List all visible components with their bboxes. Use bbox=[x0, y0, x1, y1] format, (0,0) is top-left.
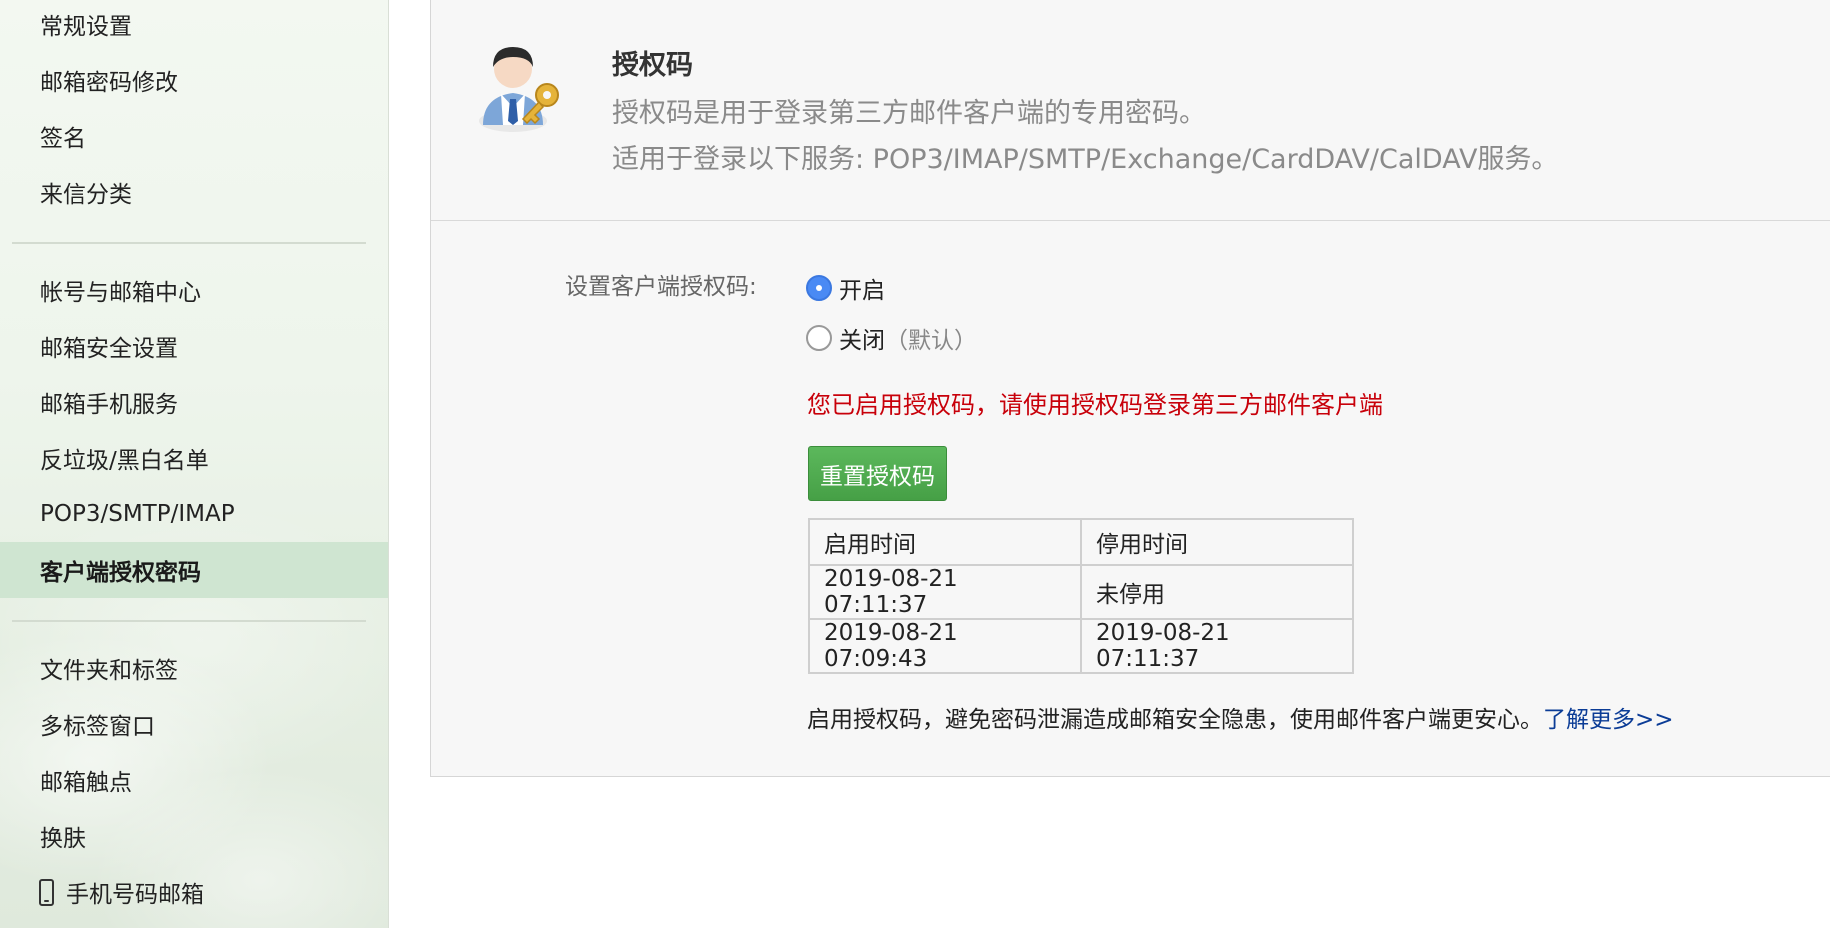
mobile-phone-icon bbox=[39, 878, 54, 906]
auth-code-history-table: 启用时间 停用时间 2019-08-21 07:11:37 未停用 2019-0… bbox=[808, 518, 1354, 674]
table-cell: 2019-08-21 07:11:37 bbox=[1080, 618, 1354, 674]
sidebar-item-signature[interactable]: 签名 bbox=[0, 108, 388, 164]
table-cell: 未停用 bbox=[1080, 564, 1354, 620]
sidebar-item-mail-filter[interactable]: 来信分类 bbox=[0, 164, 388, 220]
panel-header: 授权码 授权码是用于登录第三方邮件客户端的专用密码。 适用于登录以下服务: PO… bbox=[431, 0, 1830, 221]
learn-more-link[interactable]: 了解更多>> bbox=[1543, 707, 1674, 733]
table-cell: 2019-08-21 07:11:37 bbox=[808, 564, 1082, 620]
security-tip-text: 启用授权码，避免密码泄漏造成邮箱安全隐患，使用邮件客户端更安心。 bbox=[807, 707, 1543, 733]
enabled-notice: 您已启用授权码，请使用授权码登录第三方邮件客户端 bbox=[807, 391, 1383, 419]
security-tip: 启用授权码，避免密码泄漏造成邮箱安全隐患，使用邮件客户端更安心。了解更多>> bbox=[807, 700, 1674, 734]
sidebar-divider bbox=[12, 242, 366, 244]
table-row: 2019-08-21 07:11:37 未停用 bbox=[808, 564, 1354, 620]
description-line-2: 适用于登录以下服务: POP3/IMAP/SMTP/Exchange/CardD… bbox=[612, 144, 1559, 175]
table-row: 2019-08-21 07:09:43 2019-08-21 07:11:37 bbox=[808, 618, 1354, 674]
sidebar-item-mobile-service[interactable]: 邮箱手机服务 bbox=[0, 374, 388, 430]
setting-label: 设置客户端授权码: bbox=[565, 274, 757, 300]
sidebar-item-phone-number-mailbox[interactable]: 手机号码邮箱 bbox=[0, 864, 388, 920]
sidebar-item-folders-labels[interactable]: 文件夹和标签 bbox=[0, 640, 388, 696]
description-line-1: 授权码是用于登录第三方邮件客户端的专用密码。 bbox=[612, 98, 1206, 129]
page-title: 授权码 bbox=[612, 50, 693, 81]
table-cell: 2019-08-21 07:09:43 bbox=[808, 618, 1082, 674]
sidebar-item-general-settings[interactable]: 常规设置 bbox=[0, 0, 388, 52]
radio-disable[interactable] bbox=[806, 325, 832, 351]
radio-enable[interactable] bbox=[806, 275, 832, 301]
sidebar-item-pop3-smtp-imap[interactable]: POP3/SMTP/IMAP bbox=[0, 486, 388, 542]
radio-enable-label[interactable]: 开启 bbox=[839, 271, 885, 305]
sidebar-item-account-center[interactable]: 帐号与邮箱中心 bbox=[0, 262, 388, 318]
table-header-row: 启用时间 停用时间 bbox=[808, 518, 1354, 566]
sidebar-item-client-auth-password[interactable]: 客户端授权密码 bbox=[0, 542, 388, 598]
column-header-disabled-time: 停用时间 bbox=[1080, 518, 1354, 566]
sidebar-item-multi-tab-window[interactable]: 多标签窗口 bbox=[0, 696, 388, 752]
reset-auth-code-button[interactable]: 重置授权码 bbox=[808, 446, 947, 501]
column-header-enabled-time: 启用时间 bbox=[808, 518, 1082, 566]
sidebar-item-antispam[interactable]: 反垃圾/黑白名单 bbox=[0, 430, 388, 486]
sidebar-item-skin[interactable]: 换肤 bbox=[0, 808, 388, 864]
sidebar-item-label: 手机号码邮箱 bbox=[66, 882, 204, 908]
radio-disable-label[interactable]: 关闭（默认） bbox=[839, 321, 977, 355]
auth-code-panel: 授权码 授权码是用于登录第三方邮件客户端的专用密码。 适用于登录以下服务: PO… bbox=[430, 0, 1830, 777]
default-note: （默认） bbox=[885, 328, 977, 354]
sidebar-item-security-settings[interactable]: 邮箱安全设置 bbox=[0, 318, 388, 374]
sidebar-item-password-change[interactable]: 邮箱密码修改 bbox=[0, 52, 388, 108]
settings-sidebar: 常规设置 邮箱密码修改 签名 来信分类 帐号与邮箱中心 邮箱安全设置 邮箱手机服… bbox=[0, 0, 389, 928]
user-key-icon bbox=[479, 47, 559, 132]
sidebar-item-mail-touchpoint[interactable]: 邮箱触点 bbox=[0, 752, 388, 808]
sidebar-divider bbox=[12, 620, 366, 622]
radio-disable-text: 关闭 bbox=[839, 328, 885, 354]
